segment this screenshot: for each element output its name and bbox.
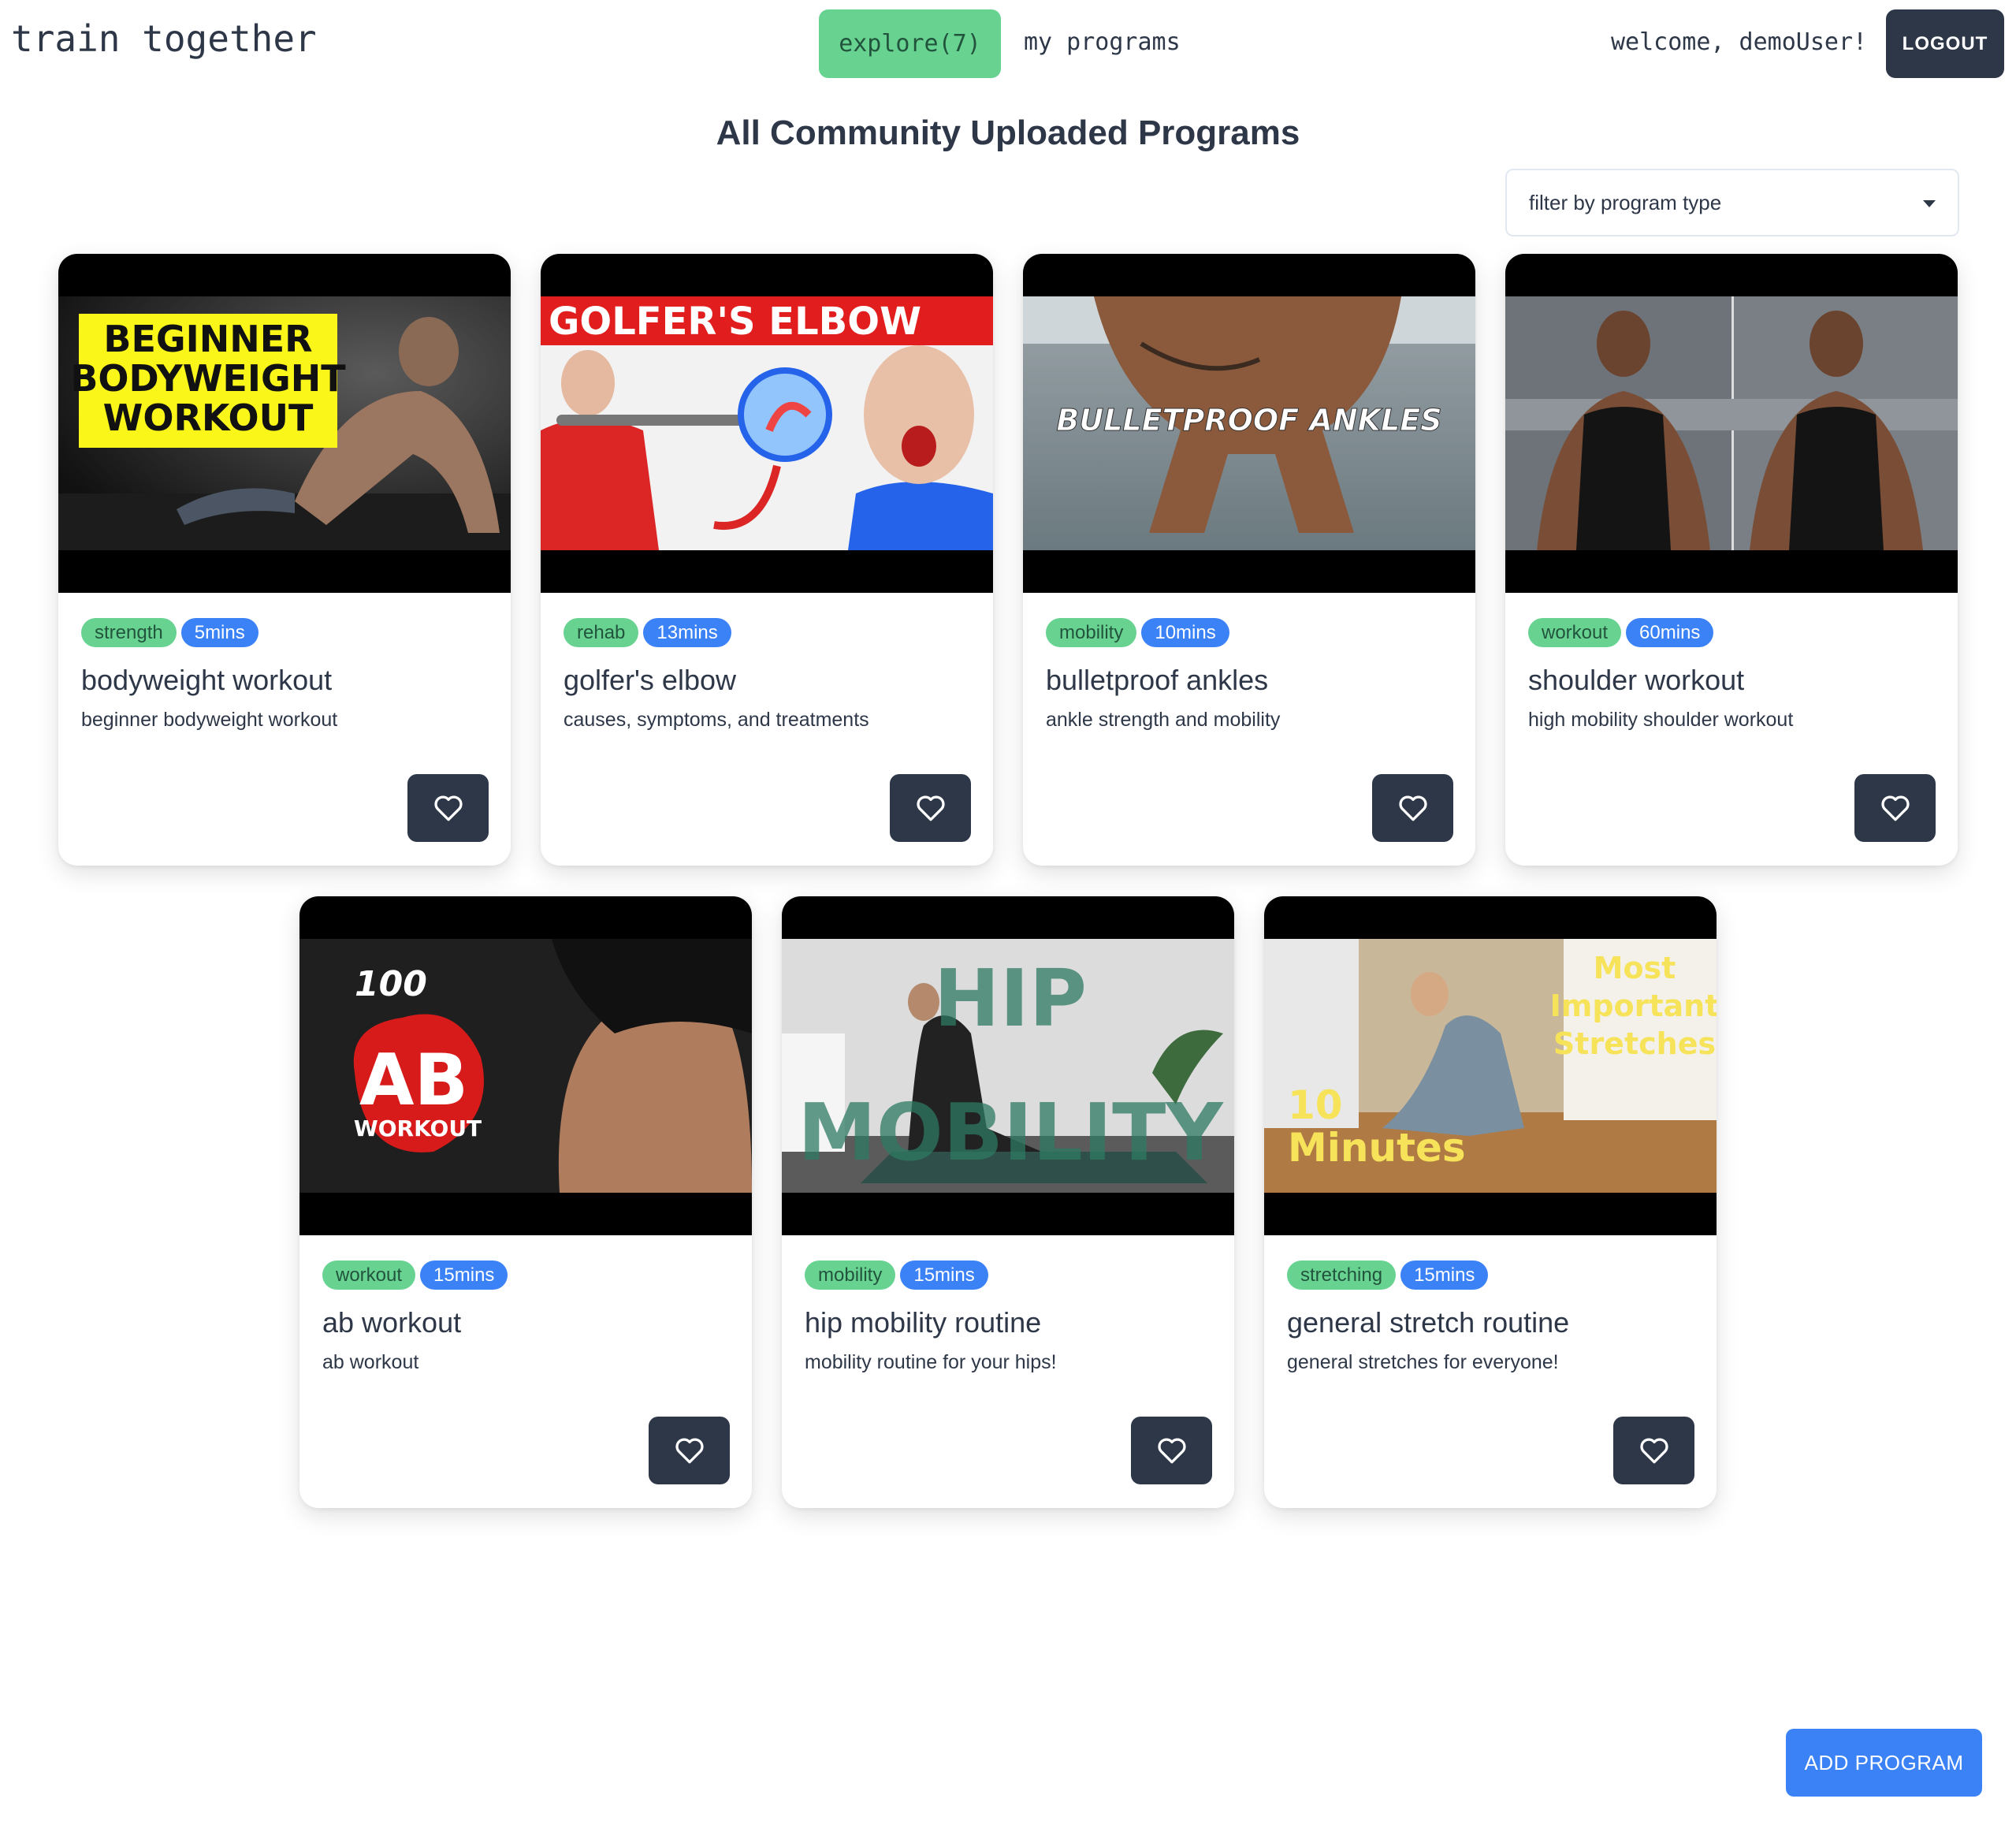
favorite-button[interactable] — [1372, 774, 1453, 842]
video-thumbnail[interactable]: HIP MOBILITY — [782, 896, 1234, 1235]
program-title: general stretch routine — [1287, 1306, 1570, 1339]
nav-my-programs-link[interactable]: my programs — [1024, 28, 1181, 56]
thumb-line: Minutes — [1288, 1125, 1466, 1171]
program-title: shoulder workout — [1528, 664, 1745, 696]
program-title: hip mobility routine — [805, 1306, 1042, 1339]
thumb-line: Important — [1550, 989, 1717, 1023]
thumbnail-image: HIP MOBILITY — [782, 939, 1234, 1193]
thumb-line: 10 — [1288, 1082, 1343, 1128]
heart-outline-icon — [1880, 795, 1910, 821]
program-description: ab workout — [322, 1351, 419, 1373]
program-card: Most Important Stretches 10 Minutes stre… — [1264, 896, 1717, 1508]
favorite-button[interactable] — [649, 1417, 730, 1484]
program-description: beginner bodyweight workout — [81, 709, 338, 731]
filter-placeholder: filter by program type — [1529, 190, 1722, 214]
program-title: golfer's elbow — [564, 664, 736, 696]
thumb-line: BEGINNER — [103, 318, 312, 360]
thumbnail-image: Most Important Stretches 10 Minutes — [1264, 939, 1717, 1193]
heart-outline-icon — [675, 1438, 704, 1464]
heart-outline-icon — [1639, 1438, 1668, 1464]
program-description: mobility routine for your hips! — [805, 1351, 1057, 1373]
duration-badge: 60mins — [1626, 618, 1714, 647]
duration-badge: 5mins — [180, 618, 259, 647]
logout-button[interactable]: LOGOUT — [1886, 9, 2004, 78]
program-type-badge: workout — [322, 1261, 416, 1290]
program-card: GOLFER'S ELBOW rehab 13mins golfer's elb… — [541, 254, 993, 866]
program-type-badge: mobility — [805, 1261, 896, 1290]
program-title: ab workout — [322, 1306, 462, 1339]
caret-down-icon — [1923, 200, 1936, 207]
program-type-badge: stretching — [1287, 1261, 1397, 1290]
duration-badge: 10mins — [1141, 618, 1229, 647]
thumbnail-image: GOLFER'S ELBOW — [541, 296, 993, 550]
program-type-badge: strength — [81, 618, 177, 647]
favorite-button[interactable] — [1613, 1417, 1694, 1484]
program-type-badge: rehab — [564, 618, 639, 647]
thumb-line: WORKOUT — [354, 1115, 482, 1141]
nav-explore-button[interactable]: explore(7) — [819, 9, 1001, 78]
thumb-line: 100 — [355, 964, 427, 1004]
thumb-line: HIP — [934, 952, 1087, 1045]
favorite-button[interactable] — [1131, 1417, 1212, 1484]
brand-logo-text: train together — [11, 17, 317, 60]
thumbnail-image: BULLETPROOF ANKLES — [1023, 296, 1475, 550]
duration-badge: 15mins — [420, 1261, 508, 1290]
program-description: general stretches for everyone! — [1287, 1351, 1559, 1373]
thumb-line: WORKOUT — [103, 397, 314, 439]
add-program-button[interactable]: ADD PROGRAM — [1786, 1729, 1982, 1797]
duration-badge: 15mins — [1400, 1261, 1489, 1290]
page-title: All Community Uploaded Programs — [716, 114, 1300, 152]
video-thumbnail[interactable]: 100 AB WORKOUT — [299, 896, 752, 1235]
program-type-badge: mobility — [1046, 618, 1137, 647]
thumb-line: BODYWEIGHT — [70, 357, 346, 400]
video-thumbnail[interactable]: Most Important Stretches 10 Minutes — [1264, 896, 1717, 1235]
thumb-line: BULLETPROOF ANKLES — [1056, 403, 1441, 438]
program-description: causes, symptoms, and treatments — [564, 709, 869, 731]
program-type-filter-select[interactable]: filter by program type — [1505, 169, 1959, 236]
thumb-line: MOBILITY — [798, 1086, 1224, 1179]
favorite-button[interactable] — [890, 774, 971, 842]
welcome-message: welcome, demoUser! — [1611, 28, 1868, 56]
thumb-line: GOLFER'S ELBOW — [549, 300, 921, 344]
video-thumbnail[interactable]: GOLFER'S ELBOW — [541, 254, 993, 593]
heart-outline-icon — [1157, 1438, 1186, 1464]
heart-outline-icon — [433, 795, 463, 821]
thumb-line: Most — [1594, 951, 1676, 985]
duration-badge: 15mins — [900, 1261, 988, 1290]
heart-outline-icon — [916, 795, 945, 821]
thumb-line: AB — [359, 1039, 468, 1122]
program-card: 100 AB WORKOUT workout 15mins ab workout… — [299, 896, 752, 1508]
video-thumbnail[interactable]: BULLETPROOF ANKLES — [1023, 254, 1475, 593]
video-thumbnail[interactable]: BEGINNER BODYWEIGHT WORKOUT — [58, 254, 511, 593]
program-card: BULLETPROOF ANKLES mobility 10mins bulle… — [1023, 254, 1475, 866]
program-description: high mobility shoulder workout — [1528, 709, 1794, 731]
heart-outline-icon — [1398, 795, 1427, 821]
thumbnail-image: 100 AB WORKOUT — [299, 939, 752, 1193]
program-card: HIP MOBILITY mobility 15mins hip mobilit… — [782, 896, 1234, 1508]
program-title: bodyweight workout — [81, 664, 333, 696]
program-description: ankle strength and mobility — [1046, 709, 1281, 731]
video-thumbnail[interactable] — [1505, 254, 1958, 593]
favorite-button[interactable] — [1854, 774, 1936, 842]
thumbnail-image — [1505, 296, 1958, 550]
program-card: workout 60mins shoulder workout high mob… — [1505, 254, 1958, 866]
program-title: bulletproof ankles — [1046, 664, 1269, 696]
program-card: BEGINNER BODYWEIGHT WORKOUT strength 5mi… — [58, 254, 511, 866]
duration-badge: 13mins — [643, 618, 731, 647]
favorite-button[interactable] — [407, 774, 489, 842]
thumbnail-image: BEGINNER BODYWEIGHT WORKOUT — [58, 296, 511, 550]
thumb-line: Stretches — [1553, 1026, 1716, 1061]
program-type-badge: workout — [1528, 618, 1622, 647]
